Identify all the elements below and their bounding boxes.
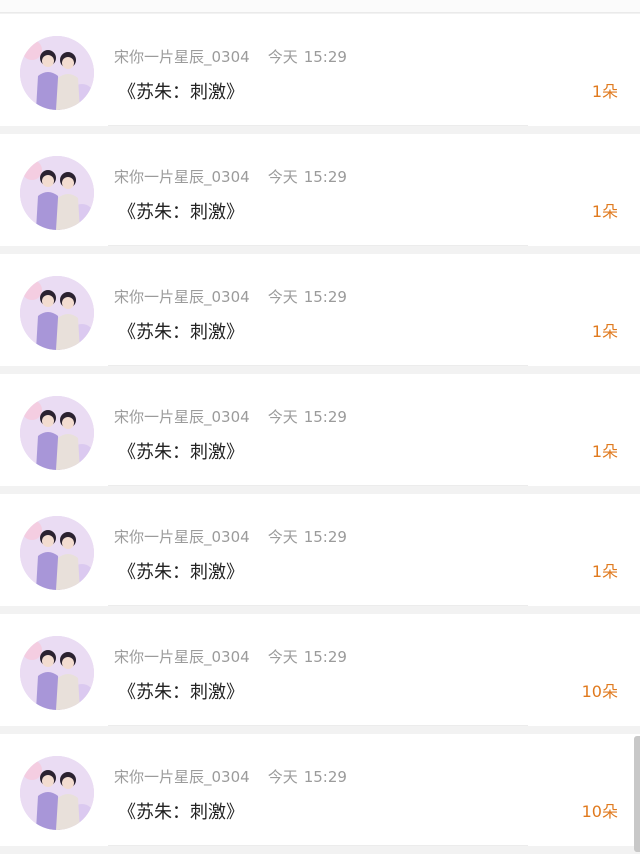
- divider: [108, 605, 528, 606]
- avatar-photo-icon: [20, 756, 94, 830]
- meta-line: 宋你一片星辰_0304 今天 15:29: [114, 526, 347, 547]
- divider: [108, 125, 528, 126]
- flower-count: 1朵: [591, 442, 618, 461]
- gift-title: 《苏朱：刺激》: [118, 202, 244, 223]
- avatar[interactable]: [20, 396, 94, 470]
- divider: [108, 725, 528, 726]
- meta-line: 宋你一片星辰_0304 今天 15:29: [114, 406, 347, 427]
- date-label: 今天: [267, 408, 298, 426]
- meta-line: 宋你一片星辰_0304 今天 15:29: [114, 46, 347, 67]
- time-label: 15:29: [303, 48, 347, 66]
- list-item[interactable]: 宋你一片星辰_0304 今天 15:29 《苏朱：刺激》 1朵: [0, 134, 640, 246]
- username[interactable]: 宋你一片星辰_0304: [114, 408, 250, 426]
- date-label: 今天: [267, 48, 298, 66]
- list-item[interactable]: 宋你一片星辰_0304 今天 15:29 《苏朱：刺激》 10朵: [0, 734, 640, 846]
- flower-count: 1朵: [591, 562, 618, 581]
- meta-line: 宋你一片星辰_0304 今天 15:29: [114, 286, 347, 307]
- time-label: 15:29: [303, 768, 347, 786]
- meta-line: 宋你一片星辰_0304 今天 15:29: [114, 766, 347, 787]
- divider: [108, 365, 528, 366]
- gift-record-list: 宋你一片星辰_0304 今天 15:29 《苏朱：刺激》 1朵 宋你一片星辰_030…: [0, 14, 640, 854]
- meta-line: 宋你一片星辰_0304 今天 15:29: [114, 646, 347, 667]
- flower-count: 1朵: [591, 322, 618, 341]
- list-item[interactable]: 宋你一片星辰_0304 今天 15:29 《苏朱：刺激》 1朵: [0, 14, 640, 126]
- scrollbar[interactable]: [634, 736, 640, 852]
- avatar[interactable]: [20, 276, 94, 350]
- avatar-photo-icon: [20, 156, 94, 230]
- list-item[interactable]: 宋你一片星辰_0304 今天 15:29 《苏朱：刺激》 1朵: [0, 494, 640, 606]
- avatar-photo-icon: [20, 396, 94, 470]
- divider: [108, 485, 528, 486]
- username[interactable]: 宋你一片星辰_0304: [114, 288, 250, 306]
- top-strip: [0, 0, 640, 13]
- avatar[interactable]: [20, 636, 94, 710]
- username[interactable]: 宋你一片星辰_0304: [114, 168, 250, 186]
- avatar[interactable]: [20, 36, 94, 110]
- gift-title: 《苏朱：刺激》: [118, 562, 244, 583]
- username[interactable]: 宋你一片星辰_0304: [114, 528, 250, 546]
- divider: [108, 245, 528, 246]
- date-label: 今天: [267, 648, 298, 666]
- list-item[interactable]: 宋你一片星辰_0304 今天 15:29 《苏朱：刺激》 10朵: [0, 614, 640, 726]
- avatar-photo-icon: [20, 276, 94, 350]
- date-label: 今天: [267, 528, 298, 546]
- list-item[interactable]: 宋你一片星辰_0304 今天 15:29 《苏朱：刺激》 1朵: [0, 374, 640, 486]
- gift-title: 《苏朱：刺激》: [118, 322, 244, 343]
- time-label: 15:29: [303, 288, 347, 306]
- avatar-photo-icon: [20, 516, 94, 590]
- date-label: 今天: [267, 168, 298, 186]
- date-label: 今天: [267, 768, 298, 786]
- meta-line: 宋你一片星辰_0304 今天 15:29: [114, 166, 347, 187]
- flower-count: 10朵: [581, 802, 618, 821]
- time-label: 15:29: [303, 648, 347, 666]
- gift-title: 《苏朱：刺激》: [118, 82, 244, 103]
- divider: [108, 845, 528, 846]
- gift-title: 《苏朱：刺激》: [118, 682, 244, 703]
- username[interactable]: 宋你一片星辰_0304: [114, 648, 250, 666]
- flower-count: 10朵: [581, 682, 618, 701]
- avatar-photo-icon: [20, 36, 94, 110]
- avatar[interactable]: [20, 756, 94, 830]
- flower-count: 1朵: [591, 82, 618, 101]
- time-label: 15:29: [303, 528, 347, 546]
- flower-count: 1朵: [591, 202, 618, 221]
- list-item[interactable]: 宋你一片星辰_0304 今天 15:29 《苏朱：刺激》 1朵: [0, 254, 640, 366]
- gift-title: 《苏朱：刺激》: [118, 442, 244, 463]
- gift-title: 《苏朱：刺激》: [118, 802, 244, 823]
- time-label: 15:29: [303, 408, 347, 426]
- time-label: 15:29: [303, 168, 347, 186]
- avatar-photo-icon: [20, 636, 94, 710]
- username[interactable]: 宋你一片星辰_0304: [114, 48, 250, 66]
- username[interactable]: 宋你一片星辰_0304: [114, 768, 250, 786]
- avatar[interactable]: [20, 156, 94, 230]
- avatar[interactable]: [20, 516, 94, 590]
- date-label: 今天: [267, 288, 298, 306]
